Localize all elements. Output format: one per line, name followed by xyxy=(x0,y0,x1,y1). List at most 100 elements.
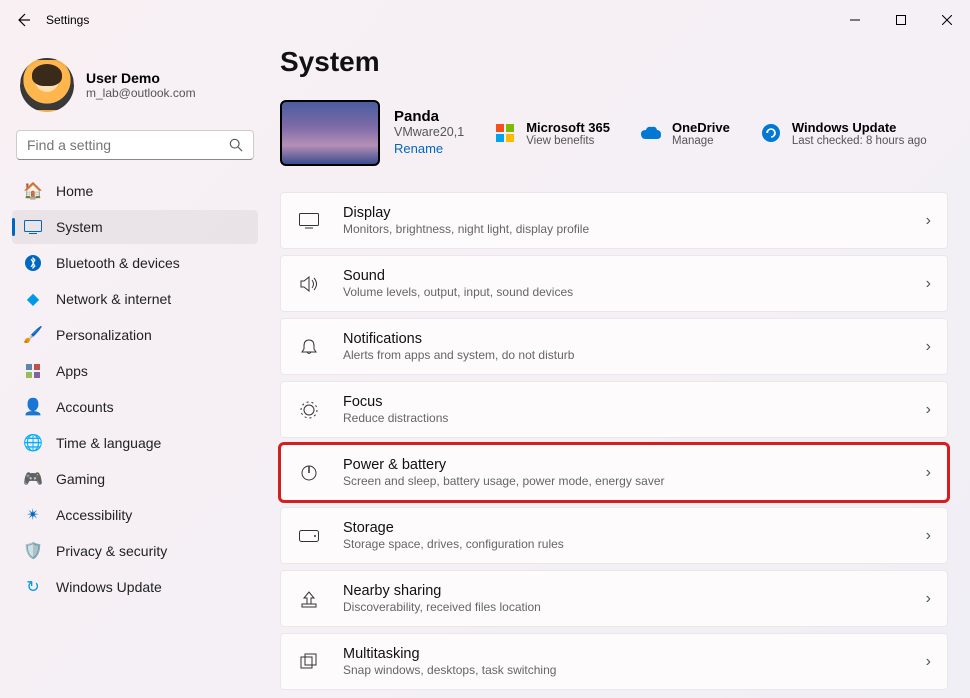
back-button[interactable] xyxy=(14,11,32,29)
maximize-button[interactable] xyxy=(878,4,924,36)
card-title: Power & battery xyxy=(343,457,926,473)
search-input[interactable] xyxy=(27,137,229,153)
card-desc: Screen and sleep, battery usage, power m… xyxy=(343,474,926,488)
cloud-icon xyxy=(640,122,662,144)
accessibility-icon: ✴ xyxy=(24,506,42,524)
card-title: Storage xyxy=(343,520,926,536)
chevron-right-icon: › xyxy=(926,464,931,482)
device-name: Panda xyxy=(394,108,464,125)
wifi-icon: ◆ xyxy=(24,290,42,308)
storage-icon xyxy=(297,530,321,542)
user-name: User Demo xyxy=(86,70,196,86)
nav-gaming[interactable]: 🎮 Gaming xyxy=(12,462,258,496)
user-email: m_lab@outlook.com xyxy=(86,86,196,100)
card-desc: Monitors, brightness, night light, displ… xyxy=(343,222,926,236)
card-desc: Volume levels, output, input, sound devi… xyxy=(343,285,926,299)
chevron-right-icon: › xyxy=(926,401,931,419)
nav-apps[interactable]: Apps xyxy=(12,354,258,388)
sync-icon xyxy=(760,122,782,144)
nav-personalization[interactable]: 🖌️ Personalization xyxy=(12,318,258,352)
system-icon xyxy=(24,218,42,236)
card-title: Sound xyxy=(343,268,926,284)
nav-label: Bluetooth & devices xyxy=(56,255,180,271)
minimize-button[interactable] xyxy=(832,4,878,36)
power-icon xyxy=(297,464,321,482)
nav-accessibility[interactable]: ✴ Accessibility xyxy=(12,498,258,532)
service-m365[interactable]: Microsoft 365View benefits xyxy=(494,120,610,147)
nav-label: Network & internet xyxy=(56,291,171,307)
m365-icon xyxy=(494,122,516,144)
service-name: Windows Update xyxy=(792,120,927,135)
card-nearby[interactable]: Nearby sharingDiscoverability, received … xyxy=(280,570,948,627)
sidebar: User Demo m_lab@outlook.com 🏠Home System… xyxy=(0,40,270,698)
card-desc: Alerts from apps and system, do not dist… xyxy=(343,348,926,362)
service-name: OneDrive xyxy=(672,120,730,135)
nav-label: Privacy & security xyxy=(56,543,167,559)
service-update[interactable]: Windows UpdateLast checked: 8 hours ago xyxy=(760,120,927,147)
service-onedrive[interactable]: OneDriveManage xyxy=(640,120,730,147)
nav-network[interactable]: ◆ Network & internet xyxy=(12,282,258,316)
device-model: VMware20,1 xyxy=(394,125,464,139)
nav-accounts[interactable]: 👤 Accounts xyxy=(12,390,258,424)
brush-icon: 🖌️ xyxy=(24,326,42,344)
sound-icon xyxy=(297,276,321,292)
card-title: Focus xyxy=(343,394,926,410)
chevron-right-icon: › xyxy=(926,212,931,230)
chevron-right-icon: › xyxy=(926,527,931,545)
bluetooth-icon xyxy=(24,254,42,272)
titlebar: Settings xyxy=(0,0,970,40)
chevron-right-icon: › xyxy=(926,338,931,356)
page-title: System xyxy=(280,46,948,78)
globe-icon: 🌐 xyxy=(24,434,42,452)
update-icon: ↻ xyxy=(24,578,42,596)
card-storage[interactable]: StorageStorage space, drives, configurat… xyxy=(280,507,948,564)
avatar xyxy=(20,58,74,112)
card-display[interactable]: DisplayMonitors, brightness, night light… xyxy=(280,192,948,249)
nav-label: Gaming xyxy=(56,471,105,487)
gamepad-icon: 🎮 xyxy=(24,470,42,488)
card-notifications[interactable]: NotificationsAlerts from apps and system… xyxy=(280,318,948,375)
nav-label: Apps xyxy=(56,363,88,379)
nav-home[interactable]: 🏠Home xyxy=(12,174,258,208)
search-icon xyxy=(229,138,243,152)
nav-label: Accessibility xyxy=(56,507,132,523)
nav-label: Accounts xyxy=(56,399,114,415)
card-title: Display xyxy=(343,205,926,221)
apps-icon xyxy=(24,362,42,380)
chevron-right-icon: › xyxy=(926,653,931,671)
nav-privacy[interactable]: 🛡️Privacy & security xyxy=(12,534,258,568)
user-account-block[interactable]: User Demo m_lab@outlook.com xyxy=(12,50,258,130)
service-action: View benefits xyxy=(526,135,610,147)
focus-icon xyxy=(297,401,321,419)
multitask-icon xyxy=(297,653,321,671)
content-pane: System Panda VMware20,1 Rename Microsoft… xyxy=(270,40,970,698)
nav-label: Time & language xyxy=(56,435,161,451)
card-title: Nearby sharing xyxy=(343,583,926,599)
rename-link[interactable]: Rename xyxy=(394,141,443,156)
nav-bluetooth[interactable]: Bluetooth & devices xyxy=(12,246,258,280)
card-title: Multitasking xyxy=(343,646,926,662)
card-sound[interactable]: SoundVolume levels, output, input, sound… xyxy=(280,255,948,312)
bell-icon xyxy=(297,338,321,356)
close-button[interactable] xyxy=(924,4,970,36)
card-desc: Discoverability, received files location xyxy=(343,600,926,614)
card-power[interactable]: Power & batteryScreen and sleep, battery… xyxy=(280,444,948,501)
nav-list: 🏠Home System Bluetooth & devices ◆ Networ… xyxy=(12,174,258,604)
nav-update[interactable]: ↻Windows Update xyxy=(12,570,258,604)
share-icon xyxy=(297,590,321,608)
chevron-right-icon: › xyxy=(926,590,931,608)
card-multitasking[interactable]: MultitaskingSnap windows, desktops, task… xyxy=(280,633,948,690)
person-icon: 👤 xyxy=(24,398,42,416)
nav-time[interactable]: 🌐 Time & language xyxy=(12,426,258,460)
window-title: Settings xyxy=(46,13,89,27)
card-focus[interactable]: FocusReduce distractions › xyxy=(280,381,948,438)
home-icon: 🏠 xyxy=(24,182,42,200)
service-action: Last checked: 8 hours ago xyxy=(792,135,927,147)
search-box[interactable] xyxy=(16,130,254,160)
service-name: Microsoft 365 xyxy=(526,120,610,135)
chevron-right-icon: › xyxy=(926,275,931,293)
nav-label: System xyxy=(56,219,103,235)
service-action: Manage xyxy=(672,135,730,147)
nav-label: Personalization xyxy=(56,327,152,343)
nav-system[interactable]: System xyxy=(12,210,258,244)
